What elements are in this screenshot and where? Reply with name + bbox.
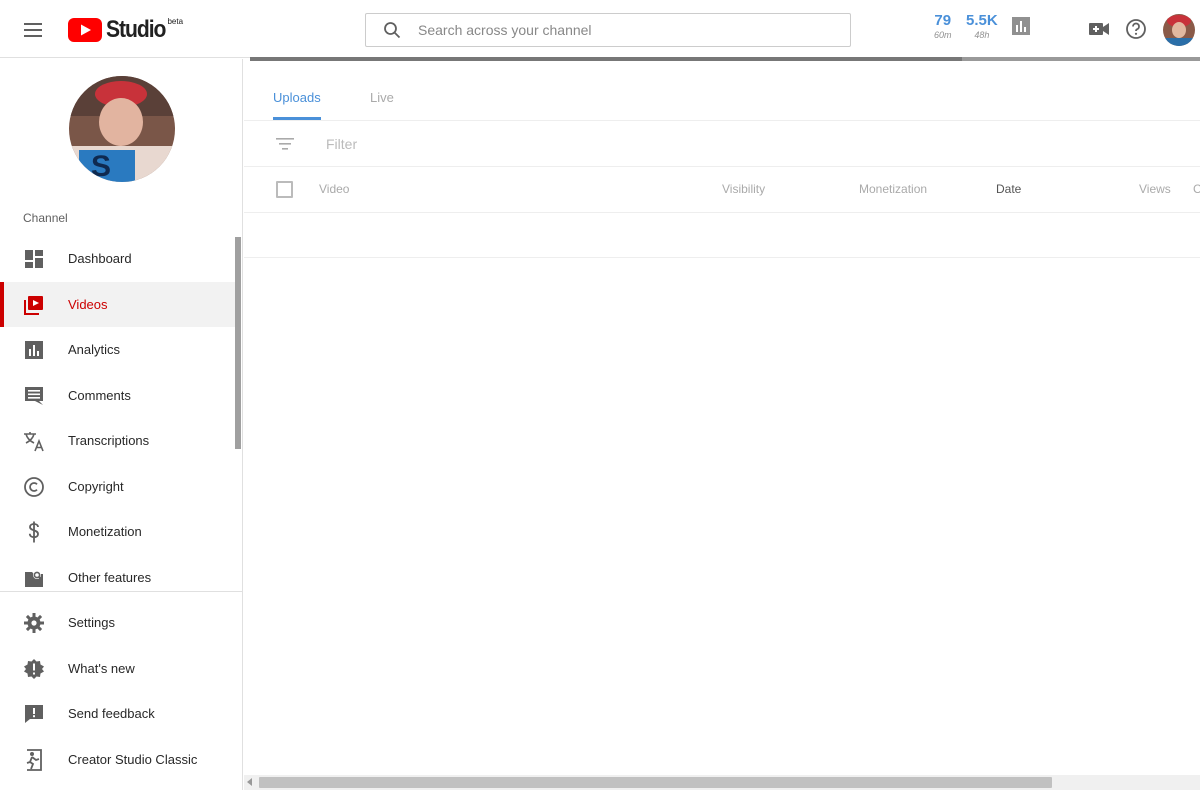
stat-views-60m[interactable]: 79 60m bbox=[934, 12, 952, 41]
column-header-monetization[interactable]: Monetization bbox=[859, 182, 927, 196]
channel-avatar[interactable]: S bbox=[69, 76, 175, 182]
exit-icon bbox=[22, 748, 46, 772]
translate-icon bbox=[22, 429, 46, 453]
sidebar-item-monetization[interactable]: Monetization bbox=[0, 509, 235, 554]
sidebar-item-label: Transcriptions bbox=[68, 433, 150, 448]
sidebar-item-label: Videos bbox=[68, 297, 108, 312]
sidebar: S Channel Dashboard Videos Analytics Com… bbox=[0, 59, 243, 790]
other-features-icon bbox=[22, 566, 46, 590]
whats-new-icon bbox=[22, 657, 46, 681]
column-header-comments[interactable]: C bbox=[1193, 182, 1200, 196]
sidebar-item-label: Monetization bbox=[68, 524, 142, 539]
table-header-row: Video Visibility Monetization Date Views… bbox=[244, 167, 1200, 213]
stat-value: 79 bbox=[934, 12, 952, 29]
sidebar-item-other-features[interactable]: Other features bbox=[0, 555, 235, 600]
sidebar-item-comments[interactable]: Comments bbox=[0, 373, 235, 418]
gear-icon bbox=[22, 611, 46, 635]
sidebar-item-label: Creator Studio Classic bbox=[68, 752, 198, 767]
column-header-views[interactable]: Views bbox=[1139, 182, 1171, 196]
bar-chart-icon[interactable] bbox=[1009, 14, 1033, 38]
svg-text:S: S bbox=[91, 150, 111, 182]
search-input[interactable] bbox=[418, 22, 838, 38]
stat-label: 60m bbox=[934, 30, 952, 40]
analytics-icon bbox=[22, 338, 46, 362]
sidebar-item-label: What's new bbox=[68, 661, 135, 676]
sidebar-item-videos[interactable]: Videos bbox=[0, 282, 235, 327]
top-bar: Studio beta 79 60m 5.5K 48h bbox=[0, 0, 1200, 61]
tab-live[interactable]: Live bbox=[370, 90, 394, 105]
sidebar-item-label: Copyright bbox=[68, 479, 124, 494]
comments-icon bbox=[22, 384, 46, 408]
tabs-bar: Uploads Live bbox=[244, 61, 1200, 121]
stat-views-48h[interactable]: 5.5K 48h bbox=[966, 12, 998, 41]
filter-input[interactable] bbox=[326, 136, 626, 152]
sidebar-item-send-feedback[interactable]: Send feedback bbox=[0, 691, 235, 736]
column-header-video[interactable]: Video bbox=[319, 182, 349, 196]
logo-text: Studio bbox=[106, 16, 166, 43]
sidebar-scrollbar[interactable] bbox=[235, 237, 241, 449]
sidebar-divider bbox=[0, 591, 242, 592]
copyright-icon bbox=[22, 475, 46, 499]
stat-label: 48h bbox=[974, 30, 990, 40]
videos-icon bbox=[22, 293, 46, 317]
logo-badge: beta bbox=[167, 16, 184, 26]
dollar-icon bbox=[22, 520, 46, 544]
search-box[interactable] bbox=[365, 13, 851, 47]
tab-uploads[interactable]: Uploads bbox=[273, 90, 321, 105]
sidebar-item-label: Settings bbox=[68, 615, 115, 630]
active-tab-indicator bbox=[273, 117, 321, 120]
create-video-icon[interactable] bbox=[1087, 17, 1111, 41]
sidebar-item-copyright[interactable]: Copyright bbox=[0, 464, 235, 509]
feedback-icon bbox=[22, 702, 46, 726]
column-header-date[interactable]: Date bbox=[996, 182, 1021, 196]
select-all-checkbox[interactable] bbox=[276, 181, 293, 198]
scroll-left-arrow-icon[interactable] bbox=[247, 778, 252, 786]
sidebar-item-label: Comments bbox=[68, 388, 131, 403]
dashboard-icon bbox=[22, 247, 46, 271]
sidebar-item-creator-studio-classic[interactable]: Creator Studio Classic bbox=[0, 737, 235, 782]
table-row bbox=[244, 213, 1200, 258]
scrollbar-thumb[interactable] bbox=[259, 777, 1052, 788]
sidebar-item-transcriptions[interactable]: Transcriptions bbox=[0, 418, 235, 463]
sidebar-item-label: Other features bbox=[68, 570, 152, 585]
account-avatar[interactable] bbox=[1163, 14, 1195, 46]
stat-value: 5.5K bbox=[966, 12, 998, 29]
hamburger-menu-icon[interactable] bbox=[18, 15, 48, 45]
search-icon bbox=[366, 13, 418, 47]
youtube-play-icon bbox=[68, 18, 102, 42]
sidebar-item-label: Dashboard bbox=[68, 251, 132, 266]
sidebar-item-analytics[interactable]: Analytics bbox=[0, 327, 235, 372]
filter-icon[interactable] bbox=[274, 133, 296, 155]
help-icon[interactable] bbox=[1124, 17, 1148, 41]
sidebar-item-settings[interactable]: Settings bbox=[0, 600, 235, 645]
sidebar-item-label: Analytics bbox=[68, 342, 121, 357]
column-header-visibility[interactable]: Visibility bbox=[722, 182, 765, 196]
sidebar-item-whats-new[interactable]: What's new bbox=[0, 646, 235, 691]
channel-section-label: Channel bbox=[23, 211, 68, 225]
filter-row bbox=[244, 122, 1200, 167]
horizontal-scrollbar[interactable] bbox=[244, 775, 1200, 790]
sidebar-item-label: Send feedback bbox=[68, 706, 155, 721]
sidebar-item-dashboard[interactable]: Dashboard bbox=[0, 236, 235, 281]
studio-logo[interactable]: Studio beta bbox=[68, 15, 183, 45]
main-content: Uploads Live Video Visibility Monetizati… bbox=[244, 61, 1200, 790]
